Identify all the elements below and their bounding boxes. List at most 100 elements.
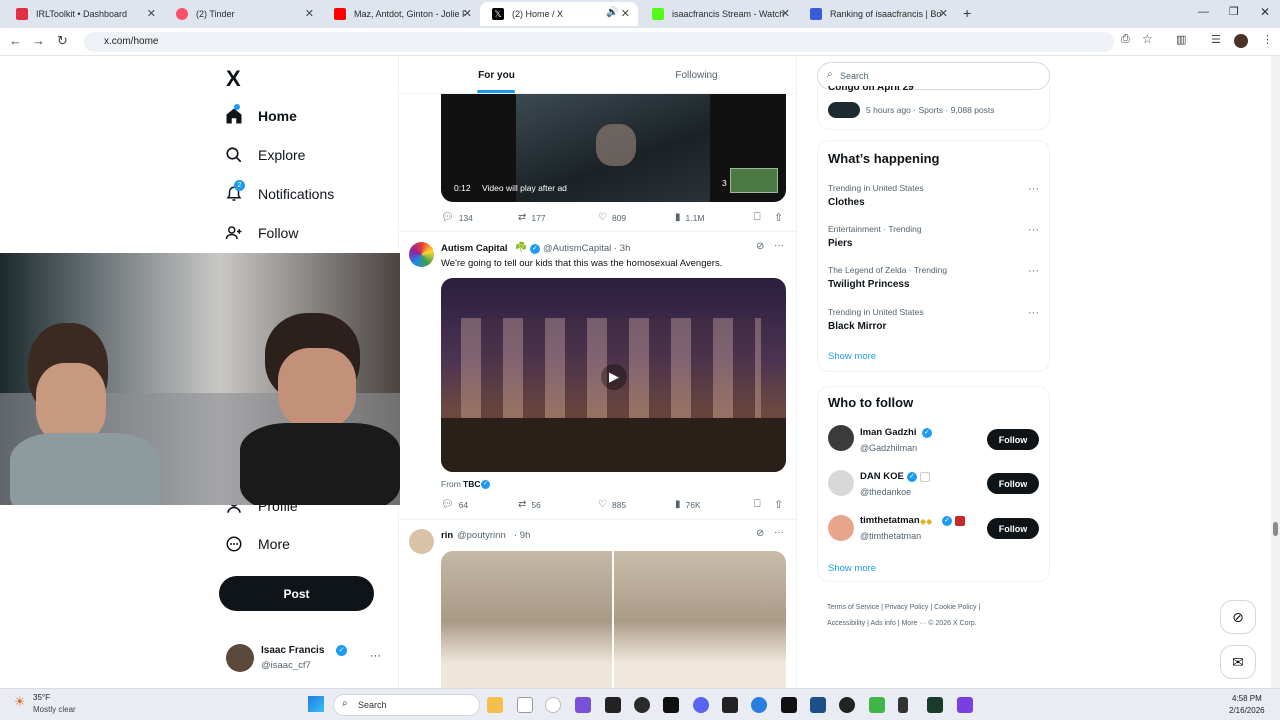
nav-item-more[interactable]: More bbox=[224, 534, 290, 554]
browser-tab-tinder[interactable]: (2) Tinder ✕ bbox=[164, 2, 322, 26]
footer-link[interactable]: Terms of Service bbox=[827, 604, 879, 611]
obs-icon[interactable] bbox=[634, 697, 650, 713]
app-icon[interactable] bbox=[957, 697, 973, 713]
post-photo-1[interactable] bbox=[441, 551, 612, 688]
reading-list-icon[interactable]: ☰ bbox=[1211, 33, 1221, 46]
trend-more-icon[interactable]: ··· bbox=[1028, 307, 1039, 319]
browser-tab-youtube[interactable]: Maz, Antdot, Ginton - Jolie Fille ✕ bbox=[322, 2, 480, 26]
post-author-name[interactable]: rin bbox=[441, 530, 453, 541]
browser-tab-irltoolkit[interactable]: IRLToolkit • Dashboard ✕ bbox=[4, 2, 164, 26]
footer-link[interactable]: Privacy Policy bbox=[885, 604, 929, 611]
autism-capital-avatar[interactable] bbox=[409, 242, 434, 267]
post-author-handle[interactable]: @AutismCapital bbox=[543, 243, 611, 254]
ad-preview-thumbnail[interactable] bbox=[730, 168, 778, 193]
music-icon[interactable] bbox=[545, 697, 561, 713]
suggested-user-name[interactable]: timthetatman bbox=[860, 515, 920, 526]
post-author-name[interactable]: Autism Capital bbox=[441, 243, 508, 254]
nav-item-follow[interactable]: Follow bbox=[224, 223, 298, 243]
post-button[interactable]: Post bbox=[219, 576, 374, 611]
taskbar-search-input[interactable]: ⌕ Search bbox=[333, 694, 480, 716]
app-icon[interactable] bbox=[810, 697, 826, 713]
url-field[interactable]: x.com/home bbox=[84, 32, 1114, 52]
suggested-user-name[interactable]: DAN KOE bbox=[860, 471, 904, 482]
post-more-icon[interactable]: ··· bbox=[774, 240, 784, 251]
weather-description[interactable]: Mostly clear bbox=[33, 705, 76, 714]
trending-event-card[interactable]: Congo on April 29 5 hours ago · Sports ·… bbox=[817, 86, 1050, 130]
trend-item[interactable]: Trending in United States Clothes bbox=[828, 183, 924, 208]
nav-item-notifications[interactable]: 2 Notifications bbox=[224, 180, 334, 204]
avatar[interactable] bbox=[828, 425, 854, 451]
sidebar-toggle-icon[interactable]: ▥ bbox=[1176, 33, 1186, 46]
trend-more-icon[interactable]: ··· bbox=[1028, 183, 1039, 195]
footer-link[interactable]: Accessibility bbox=[827, 620, 865, 627]
account-switcher[interactable]: Isaac Francis ✓ @isaac_cf7 ··· bbox=[226, 644, 396, 674]
reply-action[interactable]: 💬︎ 134 bbox=[441, 212, 473, 223]
app-icon[interactable] bbox=[781, 697, 797, 713]
browser-tab-kick[interactable]: isaacfrancis Stream - Watch Live ✕ bbox=[640, 2, 798, 26]
tab-for-you[interactable]: For you bbox=[399, 56, 594, 94]
clock-date[interactable]: 2/16/2026 bbox=[1229, 706, 1265, 715]
show-more-link[interactable]: Show more bbox=[828, 351, 876, 362]
trend-more-icon[interactable]: ··· bbox=[1028, 265, 1039, 277]
page-scrollbar[interactable] bbox=[1271, 56, 1280, 688]
trend-item[interactable]: Entertainment · Trending Piers bbox=[828, 224, 922, 249]
grok-icon[interactable]: ⊘ bbox=[756, 241, 764, 252]
file-explorer-icon[interactable] bbox=[487, 697, 503, 713]
back-icon[interactable]: ← bbox=[9, 33, 22, 48]
scrollbar-thumb[interactable] bbox=[1273, 522, 1278, 536]
app-icon[interactable] bbox=[839, 697, 855, 713]
share-icon[interactable]: ⇧ bbox=[774, 211, 783, 224]
reload-icon[interactable]: ↻ bbox=[57, 33, 68, 49]
bookmark-icon[interactable]: ⎕ bbox=[754, 211, 761, 224]
close-tab-icon[interactable]: ✕ bbox=[939, 7, 948, 20]
bookmark-star-icon[interactable]: ☆ bbox=[1142, 32, 1153, 46]
post-time[interactable]: · 9h bbox=[514, 530, 530, 541]
app-icon[interactable] bbox=[898, 697, 908, 713]
notepad-icon[interactable] bbox=[517, 697, 533, 713]
app-icon[interactable] bbox=[663, 697, 679, 713]
post-author-handle[interactable]: @poutyrinn bbox=[457, 530, 506, 541]
close-window-icon[interactable]: ✕ bbox=[1260, 5, 1270, 19]
speaker-icon[interactable]: 🔊 bbox=[606, 7, 618, 18]
app-icon[interactable] bbox=[722, 697, 738, 713]
weather-icon[interactable]: ☀ bbox=[14, 694, 26, 710]
nav-item-explore[interactable]: Explore bbox=[224, 145, 305, 165]
video-player[interactable]: 0:12 Video will play after ad 3 bbox=[441, 94, 786, 202]
avatar[interactable] bbox=[828, 515, 854, 541]
views-action[interactable]: ▮ 76K bbox=[675, 499, 701, 510]
follow-button[interactable]: Follow bbox=[987, 518, 1039, 539]
post-video[interactable]: ▶ bbox=[441, 278, 786, 472]
repost-action[interactable]: ⇄ 177 bbox=[518, 212, 546, 223]
close-tab-icon[interactable]: ✕ bbox=[781, 7, 790, 20]
discord-icon[interactable] bbox=[693, 697, 709, 713]
follow-button[interactable]: Follow bbox=[987, 473, 1039, 494]
follow-button[interactable]: Follow bbox=[987, 429, 1039, 450]
trend-item[interactable]: The Legend of Zelda · Trending Twilight P… bbox=[828, 265, 947, 290]
weather-temperature[interactable]: 35°F bbox=[33, 693, 50, 702]
profile-avatar-icon[interactable] bbox=[1234, 34, 1248, 48]
like-action[interactable]: ♡ 809 bbox=[598, 212, 626, 223]
reply-action[interactable]: 💬︎ 64 bbox=[441, 499, 468, 510]
maximize-icon[interactable]: ❐ bbox=[1229, 5, 1239, 18]
app-icon[interactable] bbox=[927, 697, 943, 713]
post-time[interactable]: · 3h bbox=[614, 243, 630, 254]
close-tab-icon[interactable]: ✕ bbox=[621, 7, 630, 20]
share-icon[interactable]: ⇧ bbox=[774, 498, 783, 511]
messages-envelope-icon[interactable]: ✉ bbox=[1220, 645, 1256, 679]
play-icon[interactable]: ▶ bbox=[601, 364, 627, 390]
browser-tab-botrix[interactable]: Ranking of isaacfrancis | BotRix ✕ bbox=[798, 2, 956, 26]
grok-floating-icon[interactable]: ⊘ bbox=[1220, 600, 1256, 634]
post-photo-2[interactable] bbox=[614, 551, 786, 688]
suggested-user-name[interactable]: Iman Gadzhi bbox=[860, 427, 916, 438]
windows-start-icon[interactable] bbox=[308, 696, 324, 712]
grok-icon[interactable]: ⊘ bbox=[756, 528, 764, 539]
app-icon[interactable] bbox=[869, 697, 885, 713]
from-source-link[interactable]: TBC bbox=[463, 479, 480, 489]
trend-more-icon[interactable]: ··· bbox=[1028, 224, 1039, 236]
footer-link[interactable]: Ads info bbox=[870, 620, 895, 627]
install-app-icon[interactable]: ⎙ bbox=[1121, 33, 1130, 46]
close-tab-icon[interactable]: ✕ bbox=[305, 7, 314, 20]
x-logo-icon[interactable]: X bbox=[226, 66, 241, 92]
app-icon[interactable] bbox=[575, 697, 591, 713]
close-tab-icon[interactable]: ✕ bbox=[147, 7, 156, 20]
